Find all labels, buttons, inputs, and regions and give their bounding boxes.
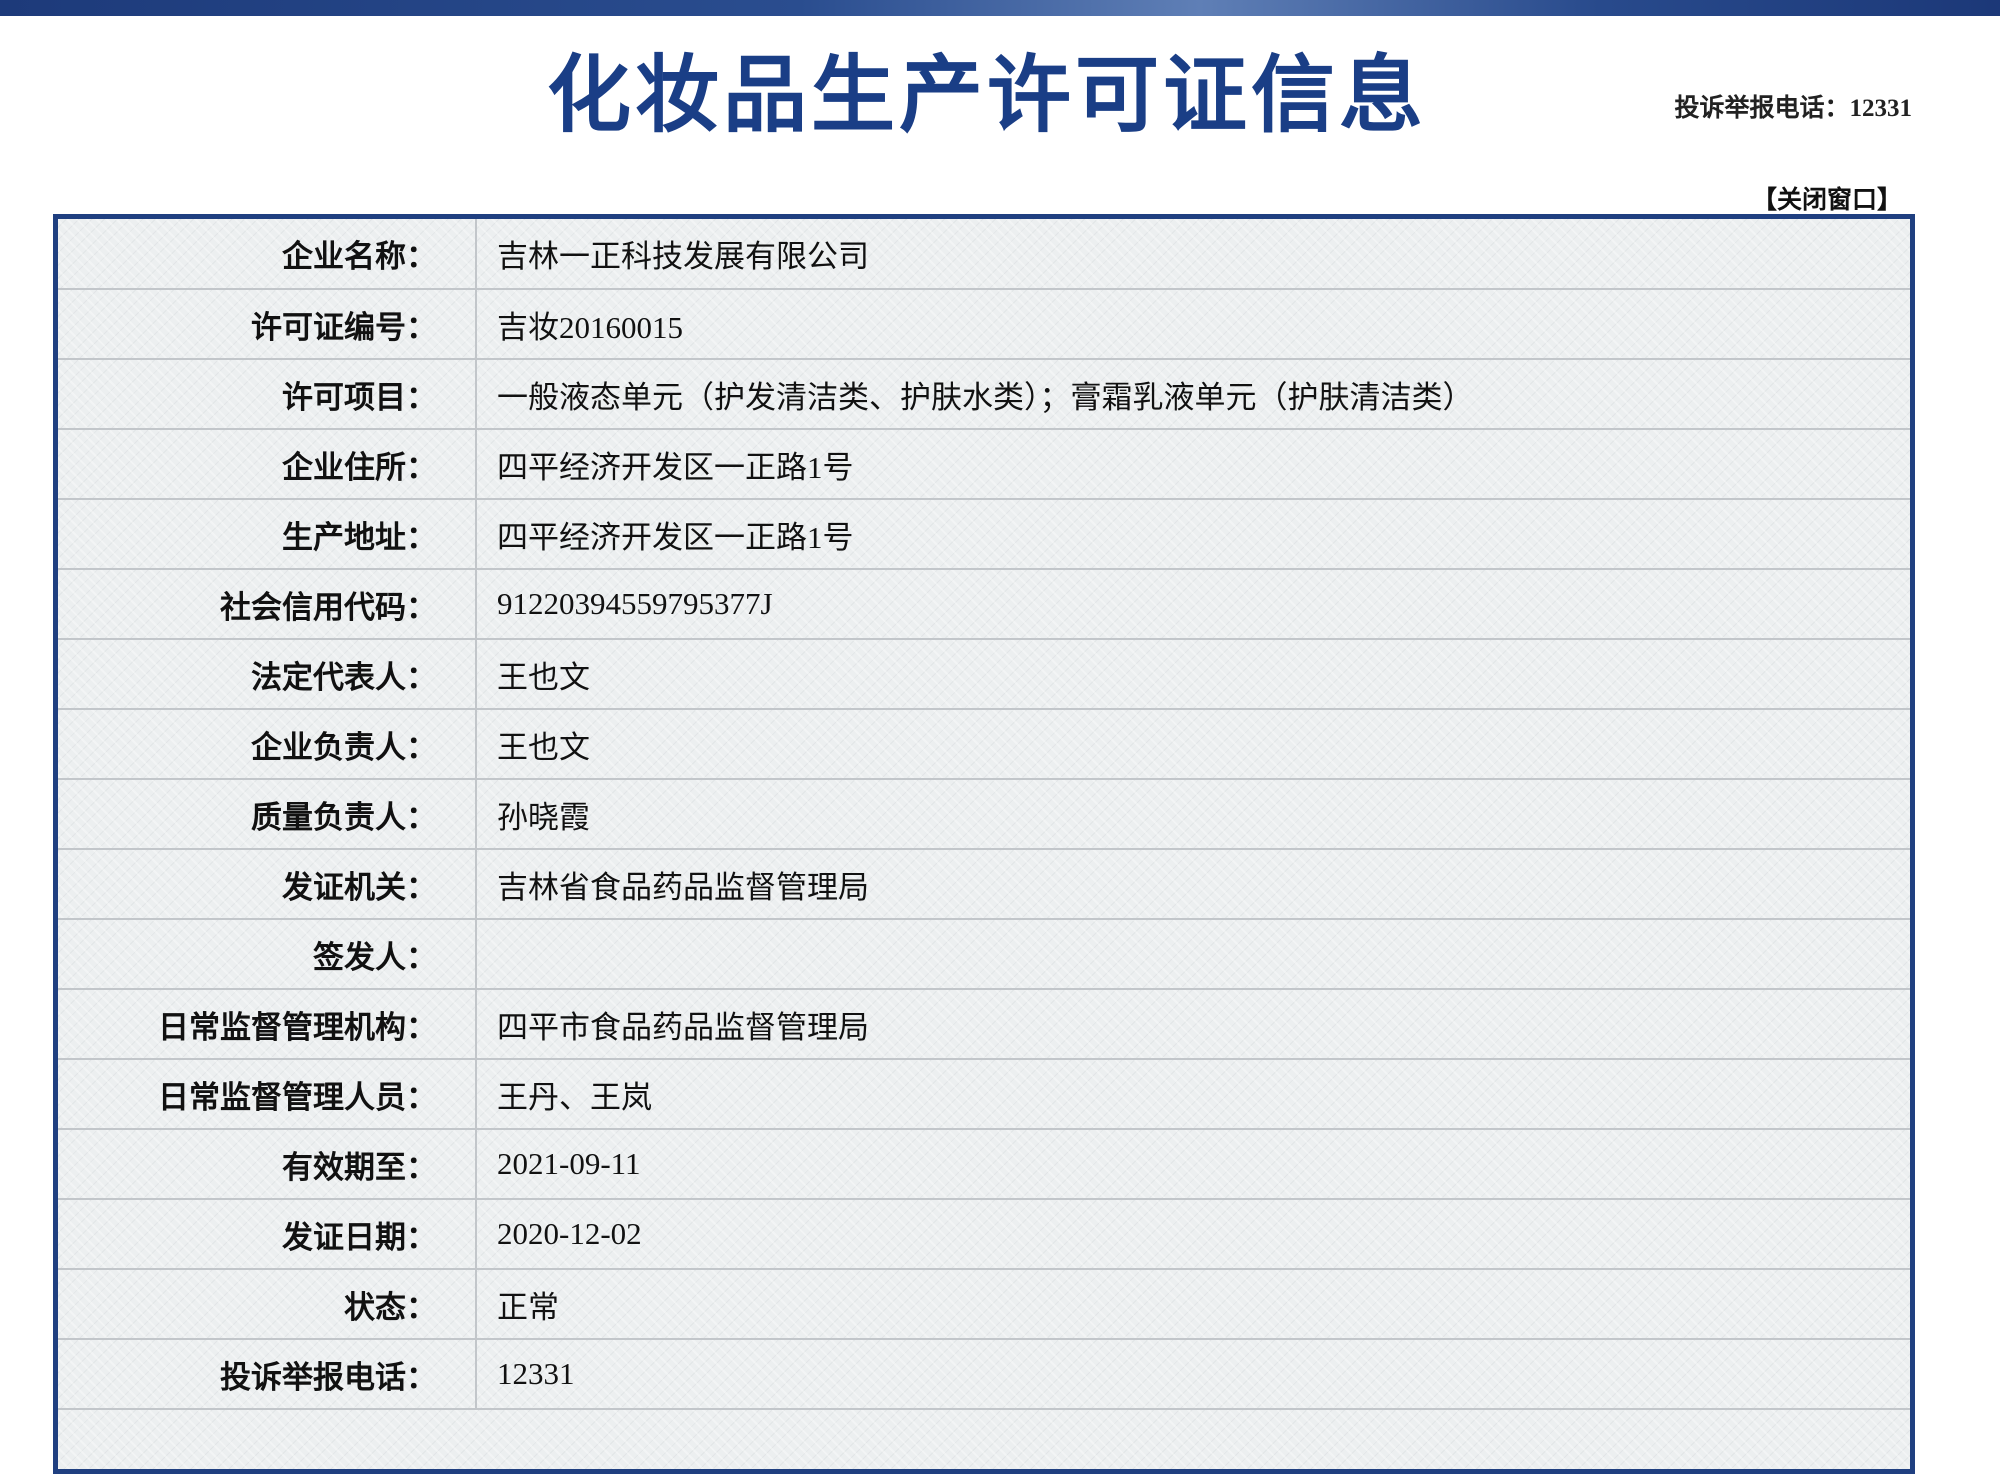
field-label-complaint-hotline: 投诉举报电话：	[58, 1338, 477, 1410]
field-value-production-address: 四平经济开发区一正路1号	[475, 498, 1910, 570]
table-row: 状态： 正常	[58, 1268, 1910, 1340]
field-value-license-scope: 一般液态单元（护发清洁类、护肤水类）；膏霜乳液单元（护肤清洁类）	[475, 358, 1910, 430]
field-label-issuing-authority: 发证机关：	[58, 848, 477, 920]
table-row: 有效期至： 2021-09-11	[58, 1128, 1910, 1200]
field-label-issue-date: 发证日期：	[58, 1198, 477, 1270]
field-label-quality-head: 质量负责人：	[58, 778, 477, 850]
table-row: 发证机关： 吉林省食品药品监督管理局	[58, 848, 1910, 920]
table-row: 发证日期： 2020-12-02	[58, 1198, 1910, 1270]
field-value-supervision-staff: 王丹、王岚	[475, 1058, 1910, 1130]
field-value-issuer	[475, 918, 1910, 990]
close-window-link[interactable]: 【关闭窗口】	[1752, 180, 1902, 216]
field-label-company-head: 企业负责人：	[58, 708, 477, 780]
table-row: 日常监督管理机构： 四平市食品药品监督管理局	[58, 988, 1910, 1060]
table-row: 企业住所： 四平经济开发区一正路1号	[58, 428, 1910, 500]
field-label-issuer: 签发人：	[58, 918, 477, 990]
field-label-valid-until: 有效期至：	[58, 1128, 477, 1200]
license-info-table: 企业名称： 吉林一正科技发展有限公司 许可证编号： 吉妆20160015 许可项…	[53, 214, 1915, 1474]
field-label-production-address: 生产地址：	[58, 498, 477, 570]
field-label-license-scope: 许可项目：	[58, 358, 477, 430]
field-label-supervision-staff: 日常监督管理人员：	[58, 1058, 477, 1130]
hotline-text: 投诉举报电话：12331	[1674, 95, 1912, 122]
field-value-status: 正常	[475, 1268, 1910, 1340]
field-value-company-head: 王也文	[475, 708, 1910, 780]
table-row: 许可项目： 一般液态单元（护发清洁类、护肤水类）；膏霜乳液单元（护肤清洁类）	[58, 358, 1910, 430]
table-row: 社会信用代码： 91220394559795377J	[58, 568, 1910, 640]
field-value-valid-until: 2021-09-11	[475, 1128, 1910, 1200]
field-value-legal-representative: 王也文	[475, 638, 1910, 710]
table-row: 生产地址： 四平经济开发区一正路1号	[58, 498, 1910, 570]
field-label-status: 状态：	[58, 1268, 477, 1340]
field-value-quality-head: 孙晓霞	[475, 778, 1910, 850]
field-value-company-address: 四平经济开发区一正路1号	[475, 428, 1910, 500]
field-label-credit-code: 社会信用代码：	[58, 568, 477, 640]
field-label-company-address: 企业住所：	[58, 428, 477, 500]
table-row: 许可证编号： 吉妆20160015	[58, 288, 1910, 360]
table-row: 日常监督管理人员： 王丹、王岚	[58, 1058, 1910, 1130]
field-value-license-number: 吉妆20160015	[475, 288, 1910, 360]
field-value-complaint-hotline: 12331	[475, 1338, 1910, 1410]
table-row: 企业名称： 吉林一正科技发展有限公司	[58, 219, 1910, 290]
table-row: 签发人：	[58, 918, 1910, 990]
top-banner-strip	[0, 0, 2000, 16]
field-value-credit-code: 91220394559795377J	[475, 568, 1910, 640]
field-value-issue-date: 2020-12-02	[475, 1198, 1910, 1270]
field-value-company-name: 吉林一正科技发展有限公司	[475, 219, 1910, 290]
field-value-supervision-agency: 四平市食品药品监督管理局	[475, 988, 1910, 1060]
field-label-license-number: 许可证编号：	[58, 288, 477, 360]
table-row: 企业负责人： 王也文	[58, 708, 1910, 780]
table-row: 投诉举报电话： 12331	[58, 1338, 1910, 1410]
field-value-issuing-authority: 吉林省食品药品监督管理局	[475, 848, 1910, 920]
field-label-supervision-agency: 日常监督管理机构：	[58, 988, 477, 1060]
table-row: 质量负责人： 孙晓霞	[58, 778, 1910, 850]
table-row: 法定代表人： 王也文	[58, 638, 1910, 710]
field-label-legal-representative: 法定代表人：	[58, 638, 477, 710]
field-label-company-name: 企业名称：	[58, 219, 477, 290]
